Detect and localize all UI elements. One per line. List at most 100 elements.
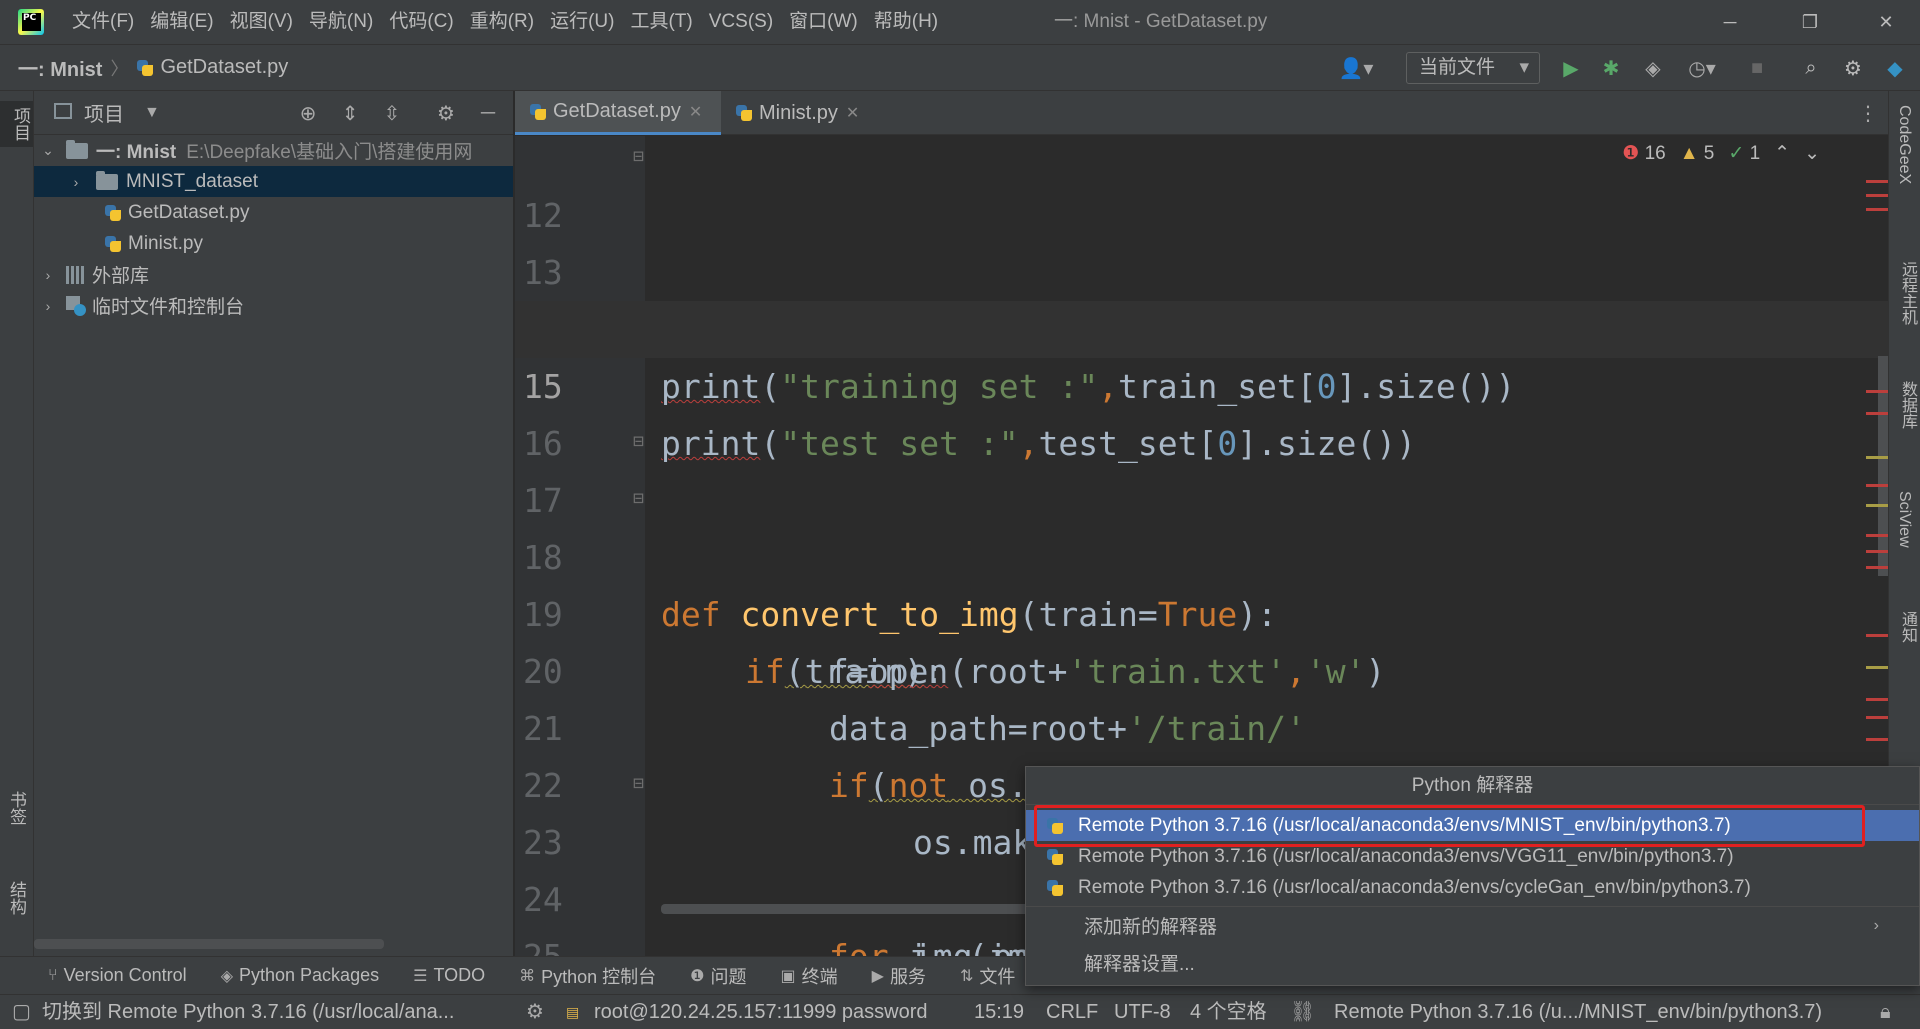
code-line[interactable]: 18 ⊟ if(train): bbox=[515, 472, 1888, 691]
error-stripe-mark[interactable] bbox=[1866, 194, 1888, 197]
minimize-icon[interactable]: ─ bbox=[1700, 0, 1760, 44]
menu-run[interactable]: 运行(U) bbox=[542, 0, 622, 44]
breadcrumb-file[interactable]: GetDataset.py bbox=[160, 56, 288, 79]
interpreter-option-vgg11[interactable]: Remote Python 3.7.16 (/usr/local/anacond… bbox=[1026, 841, 1919, 872]
panel-settings-icon[interactable]: ⚙ bbox=[432, 99, 460, 127]
code-line[interactable]: 13 ) bbox=[515, 187, 1888, 349]
chevron-down-icon[interactable]: ⌄ bbox=[40, 142, 56, 159]
hide-panel-icon[interactable]: ─ bbox=[474, 99, 502, 127]
status-toggle-icon[interactable]: ▢ bbox=[12, 995, 31, 1029]
code-line[interactable]: 16 bbox=[515, 358, 1888, 463]
warning-count[interactable]: ▲ 5 bbox=[1680, 143, 1715, 165]
profile-icon[interactable]: ◷▾ bbox=[1680, 52, 1724, 84]
menu-file[interactable]: 文件(F) bbox=[64, 0, 142, 44]
interpreter-option-cyclegan[interactable]: Remote Python 3.7.16 (/usr/local/anacond… bbox=[1026, 872, 1919, 903]
tree-item-scratches[interactable]: › 临时文件和控制台 bbox=[34, 290, 513, 321]
tool-tab-database[interactable]: 数据库 bbox=[1895, 381, 1919, 429]
restore-icon[interactable]: ❐ bbox=[1780, 0, 1840, 44]
next-highlight-icon[interactable]: ⌄ bbox=[1804, 142, 1820, 165]
breadcrumb-project[interactable]: 一: Mnist bbox=[18, 53, 102, 82]
tool-tab-sciview[interactable]: SciView bbox=[1895, 491, 1913, 548]
menu-help[interactable]: 帮助(H) bbox=[866, 0, 946, 44]
horizontal-scrollbar[interactable] bbox=[34, 939, 384, 949]
lock-icon[interactable]: 🔒︎ bbox=[1880, 995, 1891, 1029]
warning-stripe-mark[interactable] bbox=[1866, 504, 1888, 507]
error-stripe-mark[interactable] bbox=[1866, 534, 1888, 537]
code-line[interactable]: 19 f=open(root+'train.txt','w') bbox=[515, 529, 1888, 691]
fold-marker-icon[interactable]: ⊟ bbox=[633, 142, 657, 172]
close-window-icon[interactable]: ✕ bbox=[1856, 0, 1916, 44]
vertical-scrollbar[interactable] bbox=[1878, 356, 1888, 576]
tab-minist[interactable]: Minist.py ✕ bbox=[721, 91, 881, 135]
error-stripe-mark[interactable] bbox=[1866, 550, 1888, 553]
tree-item-external-libraries[interactable]: › 外部库 bbox=[34, 259, 513, 290]
collapse-all-icon[interactable]: ⇳ bbox=[378, 99, 406, 127]
error-stripe-mark[interactable] bbox=[1866, 484, 1888, 487]
menu-view[interactable]: 视图(V) bbox=[222, 0, 301, 44]
tool-tab-project[interactable]: 项目 bbox=[0, 101, 33, 147]
search-icon[interactable]: ⌕ bbox=[1796, 52, 1826, 84]
coverage-icon[interactable]: ◈ bbox=[1638, 52, 1668, 84]
tool-problems[interactable]: ❶ 问题 bbox=[690, 963, 746, 989]
fold-marker-icon[interactable]: ⊟ bbox=[633, 427, 657, 457]
status-indent[interactable]: 4 个空格 bbox=[1190, 995, 1267, 1029]
warning-stripe-mark[interactable] bbox=[1866, 456, 1888, 459]
tool-terminal[interactable]: ▣ 终端 bbox=[781, 963, 838, 989]
user-account-icon[interactable]: 👤▾ bbox=[1334, 52, 1378, 84]
debug-icon[interactable]: ✱ bbox=[1596, 52, 1626, 84]
error-stripe-mark[interactable] bbox=[1866, 738, 1888, 741]
close-tab-icon[interactable]: ✕ bbox=[689, 102, 702, 122]
tool-tab-remote-host[interactable]: 远程主机 bbox=[1895, 261, 1919, 325]
tasks-icon[interactable]: ⚙ bbox=[526, 995, 544, 1029]
status-message[interactable]: 切换到 Remote Python 3.7.16 (/usr/local/ana… bbox=[42, 995, 454, 1029]
error-stripe-mark[interactable] bbox=[1866, 698, 1888, 701]
code-line[interactable]: 22 os.makedirs(data_path) bbox=[515, 700, 1888, 862]
code-line[interactable]: 17 ⊟ def convert_to_img(train=True): bbox=[515, 415, 1888, 634]
previous-highlight-icon[interactable]: ⌃ bbox=[1774, 142, 1790, 165]
status-interpreter[interactable]: Remote Python 3.7.16 (/u.../MNIST_env/bi… bbox=[1334, 995, 1822, 1029]
status-connection[interactable]: root@120.24.25.157:11999 password bbox=[594, 995, 928, 1029]
tool-version-control[interactable]: ⑂ Version Control bbox=[48, 965, 187, 986]
chevron-right-icon[interactable]: › bbox=[40, 298, 56, 314]
readonly-toggle-icon[interactable]: ⛓ bbox=[1290, 995, 1315, 1029]
code-line[interactable]: 20 data_path=root+'/train/' bbox=[515, 586, 1888, 748]
tool-file-transfer[interactable]: ⇅ 文件 bbox=[960, 963, 1015, 989]
error-stripe-mark[interactable] bbox=[1866, 180, 1888, 183]
interpreter-settings-item[interactable]: 解释器设置... bbox=[1026, 947, 1919, 978]
tool-tab-notifications[interactable]: 通知 bbox=[1895, 611, 1919, 643]
chevron-right-icon[interactable]: › bbox=[68, 174, 84, 190]
interpreter-option-mnist[interactable]: Remote Python 3.7.16 (/usr/local/anacond… bbox=[1026, 810, 1919, 841]
error-stripe-mark[interactable] bbox=[1866, 390, 1888, 393]
weak-warning-count[interactable]: ✓ 1 bbox=[1728, 142, 1760, 165]
code-line-current[interactable]: 15 print("test set :",test_set[0].size()… bbox=[515, 301, 1888, 463]
locate-icon[interactable]: ⊕ bbox=[294, 99, 322, 127]
tree-item-project-root[interactable]: ⌄ 一: Mnist E:\Deepfake\基础入门\搭建使用网 bbox=[34, 135, 513, 166]
more-options-icon[interactable]: ⋮ bbox=[1858, 101, 1878, 126]
fold-marker-icon[interactable]: ⊟ bbox=[633, 769, 657, 799]
code-line[interactable]: 21 if(not os.path.exists(data_path)): bbox=[515, 643, 1888, 805]
fold-marker-icon[interactable]: ⊟ bbox=[633, 484, 657, 514]
menu-code[interactable]: 代码(C) bbox=[381, 0, 461, 44]
error-stripe-mark[interactable] bbox=[1866, 566, 1888, 569]
error-stripe-mark[interactable] bbox=[1866, 412, 1888, 415]
code-line[interactable]: 14 print("training set :",train_set[0].s… bbox=[515, 244, 1888, 406]
error-count[interactable]: ❶ 16 bbox=[1622, 142, 1665, 165]
chevron-right-icon[interactable]: › bbox=[40, 267, 56, 283]
add-interpreter-item[interactable]: 添加新的解释器 › bbox=[1026, 910, 1919, 941]
error-stripe-mark[interactable] bbox=[1866, 208, 1888, 211]
error-stripe-mark[interactable] bbox=[1866, 634, 1888, 637]
tree-item-mnist-dataset[interactable]: › MNIST_dataset bbox=[34, 166, 513, 197]
tool-python-packages[interactable]: ◈ Python Packages bbox=[221, 965, 379, 986]
menu-vcs[interactable]: VCS(S) bbox=[701, 0, 781, 44]
tool-services[interactable]: ▶ 服务 bbox=[872, 963, 926, 989]
menu-tools[interactable]: 工具(T) bbox=[622, 0, 700, 44]
menu-navigate[interactable]: 导航(N) bbox=[301, 0, 381, 44]
tool-python-console[interactable]: ⌘ Python 控制台 bbox=[519, 963, 656, 989]
tree-item-minist[interactable]: Minist.py bbox=[34, 228, 513, 259]
chevron-down-icon[interactable]: ▼ bbox=[144, 104, 160, 122]
tool-tab-codegeex[interactable]: CodeGeeX bbox=[1895, 105, 1913, 184]
menu-edit[interactable]: 编辑(E) bbox=[142, 0, 221, 44]
menu-window[interactable]: 窗口(W) bbox=[781, 0, 866, 44]
status-caret-position[interactable]: 15:19 bbox=[974, 995, 1024, 1029]
tree-item-getdataset[interactable]: GetDataset.py bbox=[34, 197, 513, 228]
